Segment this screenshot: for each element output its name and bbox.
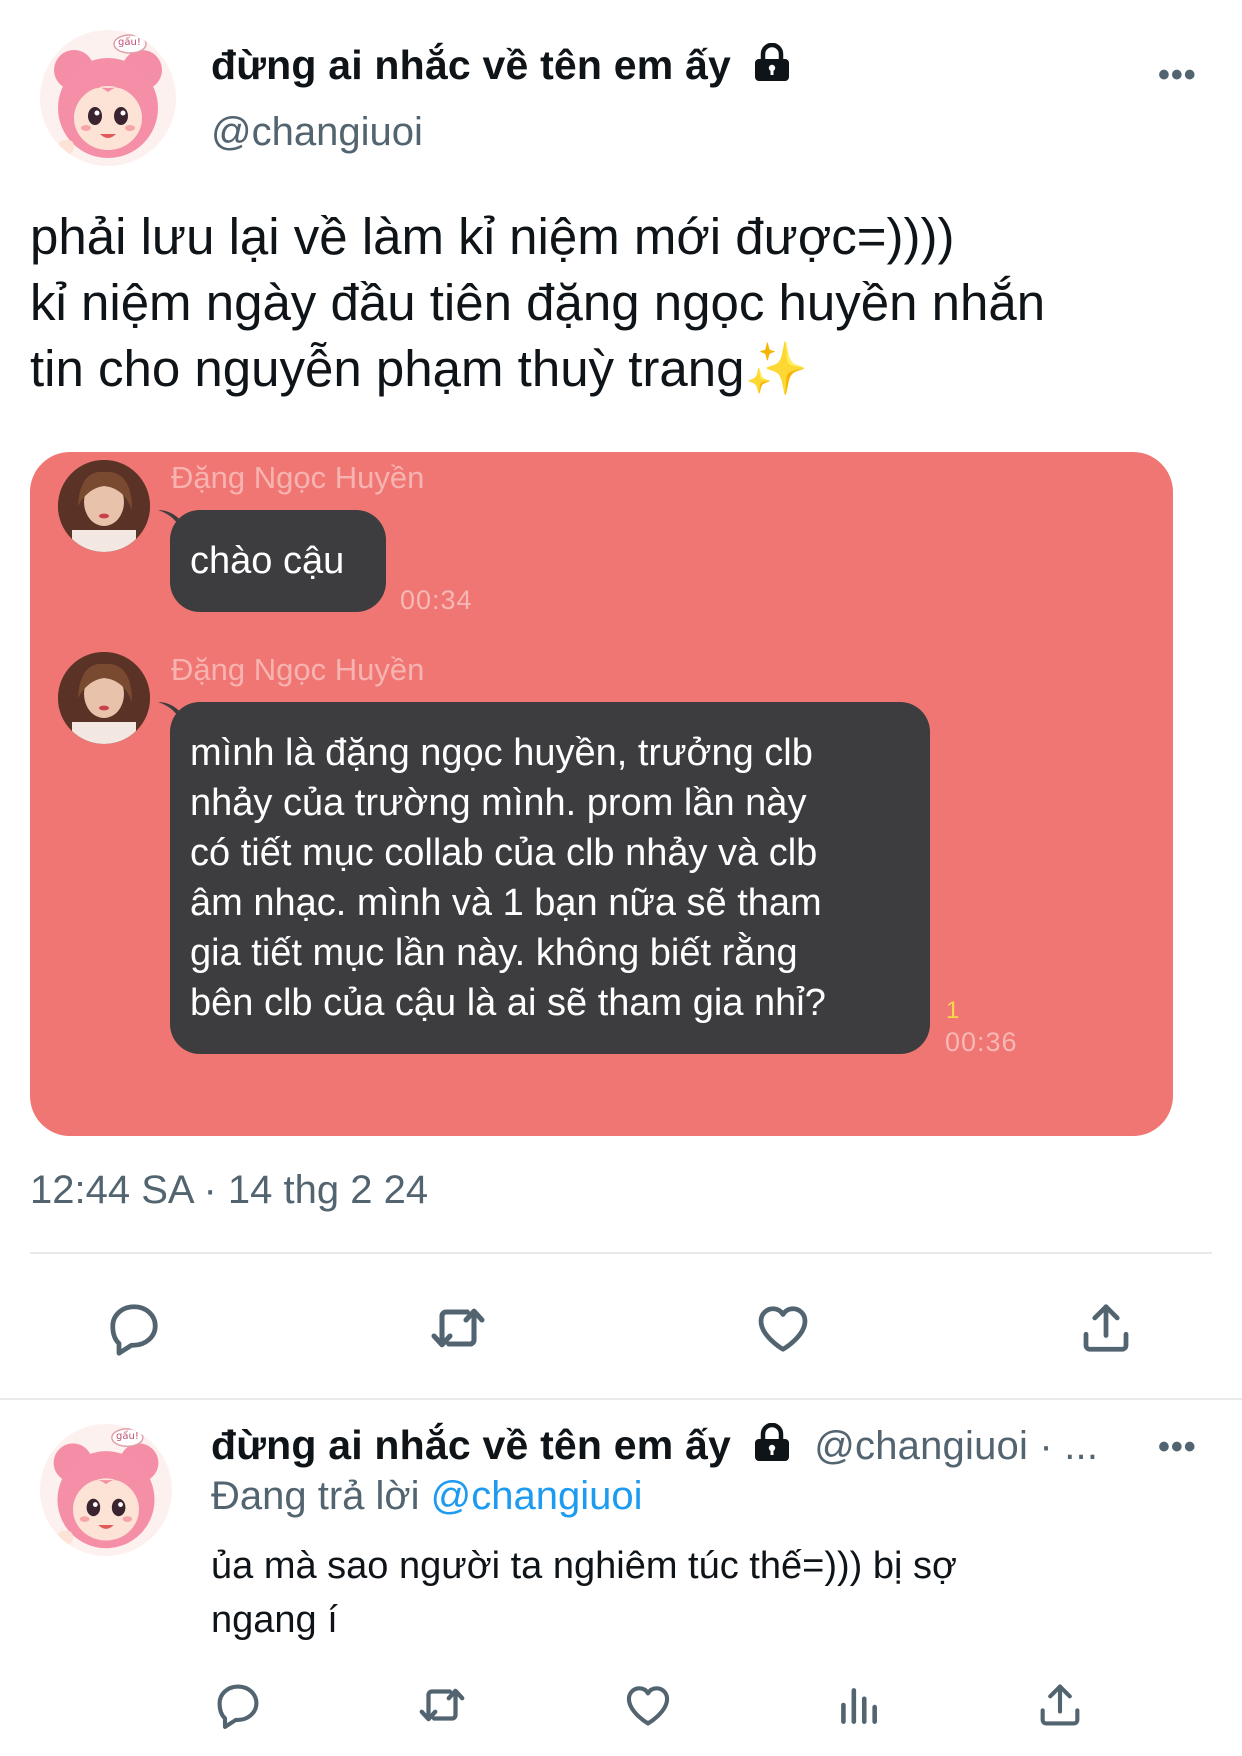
chat-avatar xyxy=(58,652,150,744)
replying-to: Đang trả lời @changiuoi xyxy=(211,1474,643,1519)
reply-icon xyxy=(217,1684,259,1729)
display-name-text: đừng ai nhắc về tên em ấy xyxy=(211,42,732,88)
retweet-button[interactable] xyxy=(422,1292,494,1364)
tweet-timestamp[interactable]: 12:44 SA · 14 thg 2 24 xyxy=(30,1168,428,1213)
unread-count: 1 xyxy=(946,997,960,1024)
reply-retweet-button[interactable] xyxy=(412,1675,472,1735)
handle[interactable]: @changiuoi xyxy=(211,110,423,155)
analytics-icon xyxy=(841,1688,877,1724)
reply-analytics-button[interactable] xyxy=(828,1675,888,1735)
chat-bubble: mình là đặng ngọc huyền, trưởng clb nhảy… xyxy=(158,702,930,1054)
retweet-icon xyxy=(419,1688,465,1722)
reply-tweet-text: ủa mà sao người ta nghiêm túc thế=))) bị… xyxy=(211,1545,957,1641)
bubble-tail xyxy=(158,510,182,532)
reply-share-button[interactable] xyxy=(1030,1675,1090,1735)
avatar-badge-text: gấu! xyxy=(118,37,141,48)
chat-bubble-text: mình là đặng ngọc huyền, trưởng clb nhảy… xyxy=(190,732,826,1024)
share-button[interactable] xyxy=(1070,1292,1142,1364)
like-icon xyxy=(758,1306,808,1352)
avatar[interactable]: gấu! xyxy=(40,30,176,166)
chat-time: 00:36 xyxy=(945,1027,1018,1057)
chat-avatar xyxy=(58,460,150,552)
more-options-icon[interactable]: ••• xyxy=(1158,56,1197,95)
reply-icon xyxy=(110,1304,158,1356)
chat-time: 00:34 xyxy=(400,585,473,615)
reply-handle[interactable]: @changiuoi · ... xyxy=(814,1424,1098,1468)
lock-icon xyxy=(753,1422,791,1473)
reply-display-name[interactable]: đừng ai nhắc về tên em ấy @changiuoi · .… xyxy=(211,1422,1098,1473)
retweet-icon xyxy=(431,1308,485,1348)
divider xyxy=(30,1252,1212,1254)
chat-sender-name: Đặng Ngọc Huyền xyxy=(171,652,425,687)
tweet-text-body: phải lưu lại về làm kỉ niệm mới được=)))… xyxy=(30,208,1046,397)
reply-like-button[interactable] xyxy=(618,1675,678,1735)
chat-sender-name: Đặng Ngọc Huyền xyxy=(171,460,425,495)
sparkles-emoji: ✨ xyxy=(744,340,808,397)
reply-button[interactable] xyxy=(98,1292,170,1364)
replying-to-mention[interactable]: @changiuoi xyxy=(431,1474,643,1518)
tweet-text: phải lưu lại về làm kỉ niệm mới được=)))… xyxy=(30,204,1230,402)
reply-avatar[interactable]: gấu! xyxy=(40,1424,172,1556)
replying-to-prefix: Đang trả lời xyxy=(211,1474,420,1518)
chat-bubble: chào cậu xyxy=(158,510,386,612)
share-icon xyxy=(1040,1684,1080,1726)
lock-icon xyxy=(753,42,791,93)
display-name-text: đừng ai nhắc về tên em ấy xyxy=(211,1422,732,1468)
bubble-tail xyxy=(158,702,182,724)
reply-reply-button[interactable] xyxy=(208,1675,268,1735)
attached-image[interactable]: Đặng Ngọc Huyền chào cậu 00:34 Đặng Ngọc… xyxy=(30,452,1173,1136)
section-divider xyxy=(0,1398,1242,1400)
display-name[interactable]: đừng ai nhắc về tên em ấy xyxy=(211,42,791,93)
share-icon xyxy=(1083,1304,1129,1352)
like-button[interactable] xyxy=(747,1292,819,1364)
avatar-badge-text: gấu! xyxy=(116,1431,139,1442)
reply-more-options-icon[interactable]: ••• xyxy=(1158,1428,1197,1467)
like-icon xyxy=(626,1686,670,1726)
chat-bubble-text: chào cậu xyxy=(190,540,345,582)
